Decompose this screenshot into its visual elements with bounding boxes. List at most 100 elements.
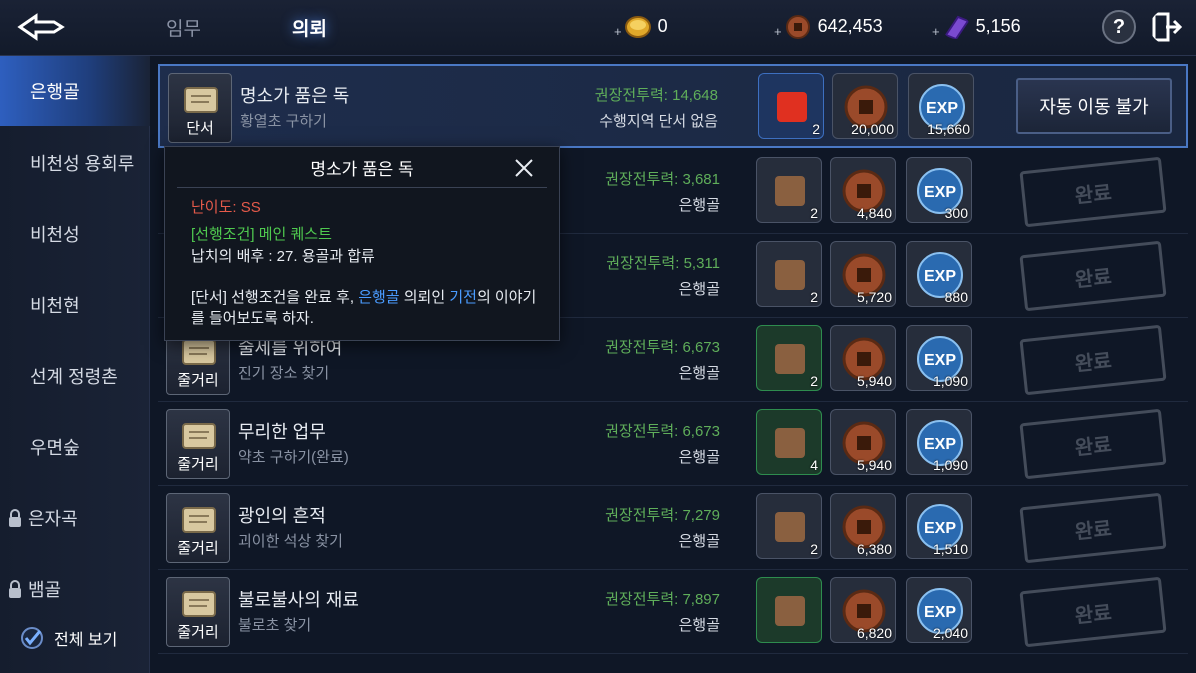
prerequisite-detail: 납치의 배후 : 27. 용골과 합류	[191, 248, 375, 265]
reward-coin[interactable]: 5,940	[830, 325, 896, 391]
reward-count: 2	[810, 373, 818, 389]
lock-icon	[9, 509, 21, 527]
recommended-power: 권장전투력: 5,311	[606, 255, 720, 272]
reward-count: 300	[944, 205, 968, 221]
quest-subtitle: 황열초 구하기	[240, 113, 327, 130]
quest-row[interactable]: 줄거리 무리한 업무 약초 구하기(완료) 권장전투력: 6,673 은행골 4 5,940…	[158, 402, 1188, 486]
completed-stamp: 완료	[1019, 492, 1167, 564]
reward-coin[interactable]: 6,820	[830, 577, 896, 643]
reward-exp[interactable]: EXP 2,040	[906, 577, 972, 643]
plus-icon[interactable]: +	[774, 24, 782, 39]
reward-item[interactable]: 2	[756, 493, 822, 559]
quest-row[interactable]: 줄거리 불로불사의 재료 불로초 찾기 권장전투력: 7,897 은행골 6,820 EXP…	[158, 570, 1188, 654]
view-all-toggle[interactable]: 전체 보기	[20, 626, 117, 650]
reward-item[interactable]: 2	[756, 325, 822, 391]
close-icon[interactable]	[511, 155, 537, 181]
reward-count: 2	[812, 121, 820, 137]
quest-type-label: 줄거리	[177, 624, 219, 641]
sidebar-item-baemgol[interactable]: 뱀골	[0, 554, 150, 624]
reward-item[interactable]: 4	[756, 409, 822, 475]
tab-requests[interactable]: 의뢰	[292, 14, 327, 41]
prerequisite-text: [선행조건] 메인 퀘스트	[191, 226, 332, 243]
quest-row[interactable]: 단서 명소가 품은 독 황열초 구하기 권장전투력: 14,648 수행지역 단서 없음…	[158, 64, 1188, 148]
reward-item[interactable]	[756, 577, 822, 643]
help-button[interactable]: ?	[1102, 10, 1136, 44]
quest-location: 은행골	[678, 281, 720, 298]
tab-missions[interactable]: 임무	[166, 14, 201, 41]
sidebar-item-label: 선계 정령촌	[30, 367, 118, 387]
recommended-power: 권장전투력: 7,897	[605, 591, 720, 608]
auto-move-button[interactable]: 자동 이동 불가	[1016, 78, 1172, 134]
reward-exp[interactable]: EXP 880	[906, 241, 972, 307]
reward-item[interactable]: 2	[758, 73, 824, 139]
reward-count: 4	[810, 457, 818, 473]
reward-item[interactable]: 2	[756, 241, 822, 307]
reward-count: 5,940	[856, 373, 892, 389]
quest-type-label: 줄거리	[177, 372, 219, 389]
reward-item[interactable]: 2	[756, 157, 822, 223]
top-bar: 임무 의뢰 + 0 + 642,453 + 5,156 ?	[0, 0, 1196, 56]
sidebar-item-seongye[interactable]: 선계 정령촌	[0, 341, 150, 411]
plus-icon[interactable]: +	[614, 24, 622, 39]
recommended-power: 권장전투력: 3,681	[605, 171, 720, 188]
completed-stamp: 완료	[1019, 576, 1167, 648]
reward-exp[interactable]: EXP 300	[906, 157, 972, 223]
bronze-coin-icon	[785, 14, 810, 39]
sidebar-item-eunjagok[interactable]: 은자곡	[0, 483, 150, 553]
completed-stamp: 완료	[1019, 324, 1167, 396]
sidebar-item-label: 뱀골	[28, 580, 62, 600]
recommended-power: 권장전투력: 6,673	[605, 339, 720, 356]
reward-coin[interactable]: 4,840	[830, 157, 896, 223]
reward-coin[interactable]: 5,720	[830, 241, 896, 307]
reward-coin[interactable]: 5,940	[830, 409, 896, 475]
quest-description: [단서] 선행조건을 완료 후, 은행골 의뢰인 기전의 이야기를 들어보도록 …	[191, 289, 537, 327]
reward-count: 6,380	[856, 541, 892, 557]
quest-subtitle: 약초 구하기(완료)	[238, 449, 349, 466]
sidebar-item-umyeonsup[interactable]: 우면숲	[0, 412, 150, 482]
completed-stamp: 완료	[1019, 408, 1167, 480]
quest-row[interactable]: 줄거리 광인의 흔적 괴이한 석상 찾기 권장전투력: 7,279 은행골 2 6,380 E…	[158, 486, 1188, 570]
sidebar-item-bicheonhyeon[interactable]: 비천현	[0, 270, 150, 340]
reward-exp[interactable]: EXP 1,090	[906, 325, 972, 391]
crystal-value: 5,156	[975, 16, 1021, 36]
quest-location: 은행골	[678, 449, 720, 466]
reward-count: 2	[810, 541, 818, 557]
reward-coin[interactable]: 6,380	[830, 493, 896, 559]
exit-icon[interactable]	[1150, 10, 1184, 44]
item-icon	[775, 176, 805, 206]
quest-subtitle: 진기 장소 찾기	[238, 365, 330, 382]
back-arrow-icon[interactable]	[14, 10, 72, 44]
sidebar-item-label: 비천성	[30, 225, 80, 245]
quest-location: 은행골	[678, 365, 720, 382]
reward-count: 1,090	[932, 373, 968, 389]
reward-exp[interactable]: EXP 1,090	[906, 409, 972, 475]
reward-coin[interactable]: 20,000	[832, 73, 898, 139]
reward-count: 1,510	[932, 541, 968, 557]
sidebar-item-label: 비천성 용회루	[30, 154, 135, 174]
reward-count: 4,840	[856, 205, 892, 221]
quest-location: 수행지역 단서 없음	[599, 113, 718, 130]
checkbox-checked-icon[interactable]	[20, 626, 44, 650]
quest-title: 불로불사의 재료	[238, 590, 359, 610]
scroll-bundle-icon	[184, 87, 218, 113]
quest-subtitle: 괴이한 석상 찾기	[238, 533, 343, 550]
reward-exp[interactable]: EXP 15,660	[908, 73, 974, 139]
quest-type-label: 줄거리	[177, 456, 219, 473]
svg-text:EXP: EXP	[926, 100, 958, 117]
quest-detail-popup: 명소가 품은 독 난이도: SS [선행조건] 메인 퀘스트 납치의 배후 : …	[164, 146, 560, 341]
item-icon	[775, 260, 805, 290]
plus-icon[interactable]: +	[932, 24, 940, 39]
sidebar-item-bicheonseong-yonghoeru[interactable]: 비천성 용회루	[0, 128, 150, 198]
sidebar-item-label: 우면숲	[30, 438, 80, 458]
sidebar-item-bicheonseong[interactable]: 비천성	[0, 199, 150, 269]
reward-count: 1,090	[932, 457, 968, 473]
quest-type-icon: 줄거리	[166, 577, 230, 647]
sidebar-item-label: 은자곡	[28, 509, 78, 529]
sidebar-item-eunhaenggol[interactable]: 은행골	[0, 56, 150, 126]
reward-exp[interactable]: EXP 1,510	[906, 493, 972, 559]
reward-count: 5,940	[856, 457, 892, 473]
item-icon	[777, 92, 807, 122]
completed-stamp: 완료	[1019, 156, 1167, 228]
sidebar-item-label: 비천현	[30, 296, 80, 316]
quest-title: 광인의 흔적	[238, 506, 326, 526]
